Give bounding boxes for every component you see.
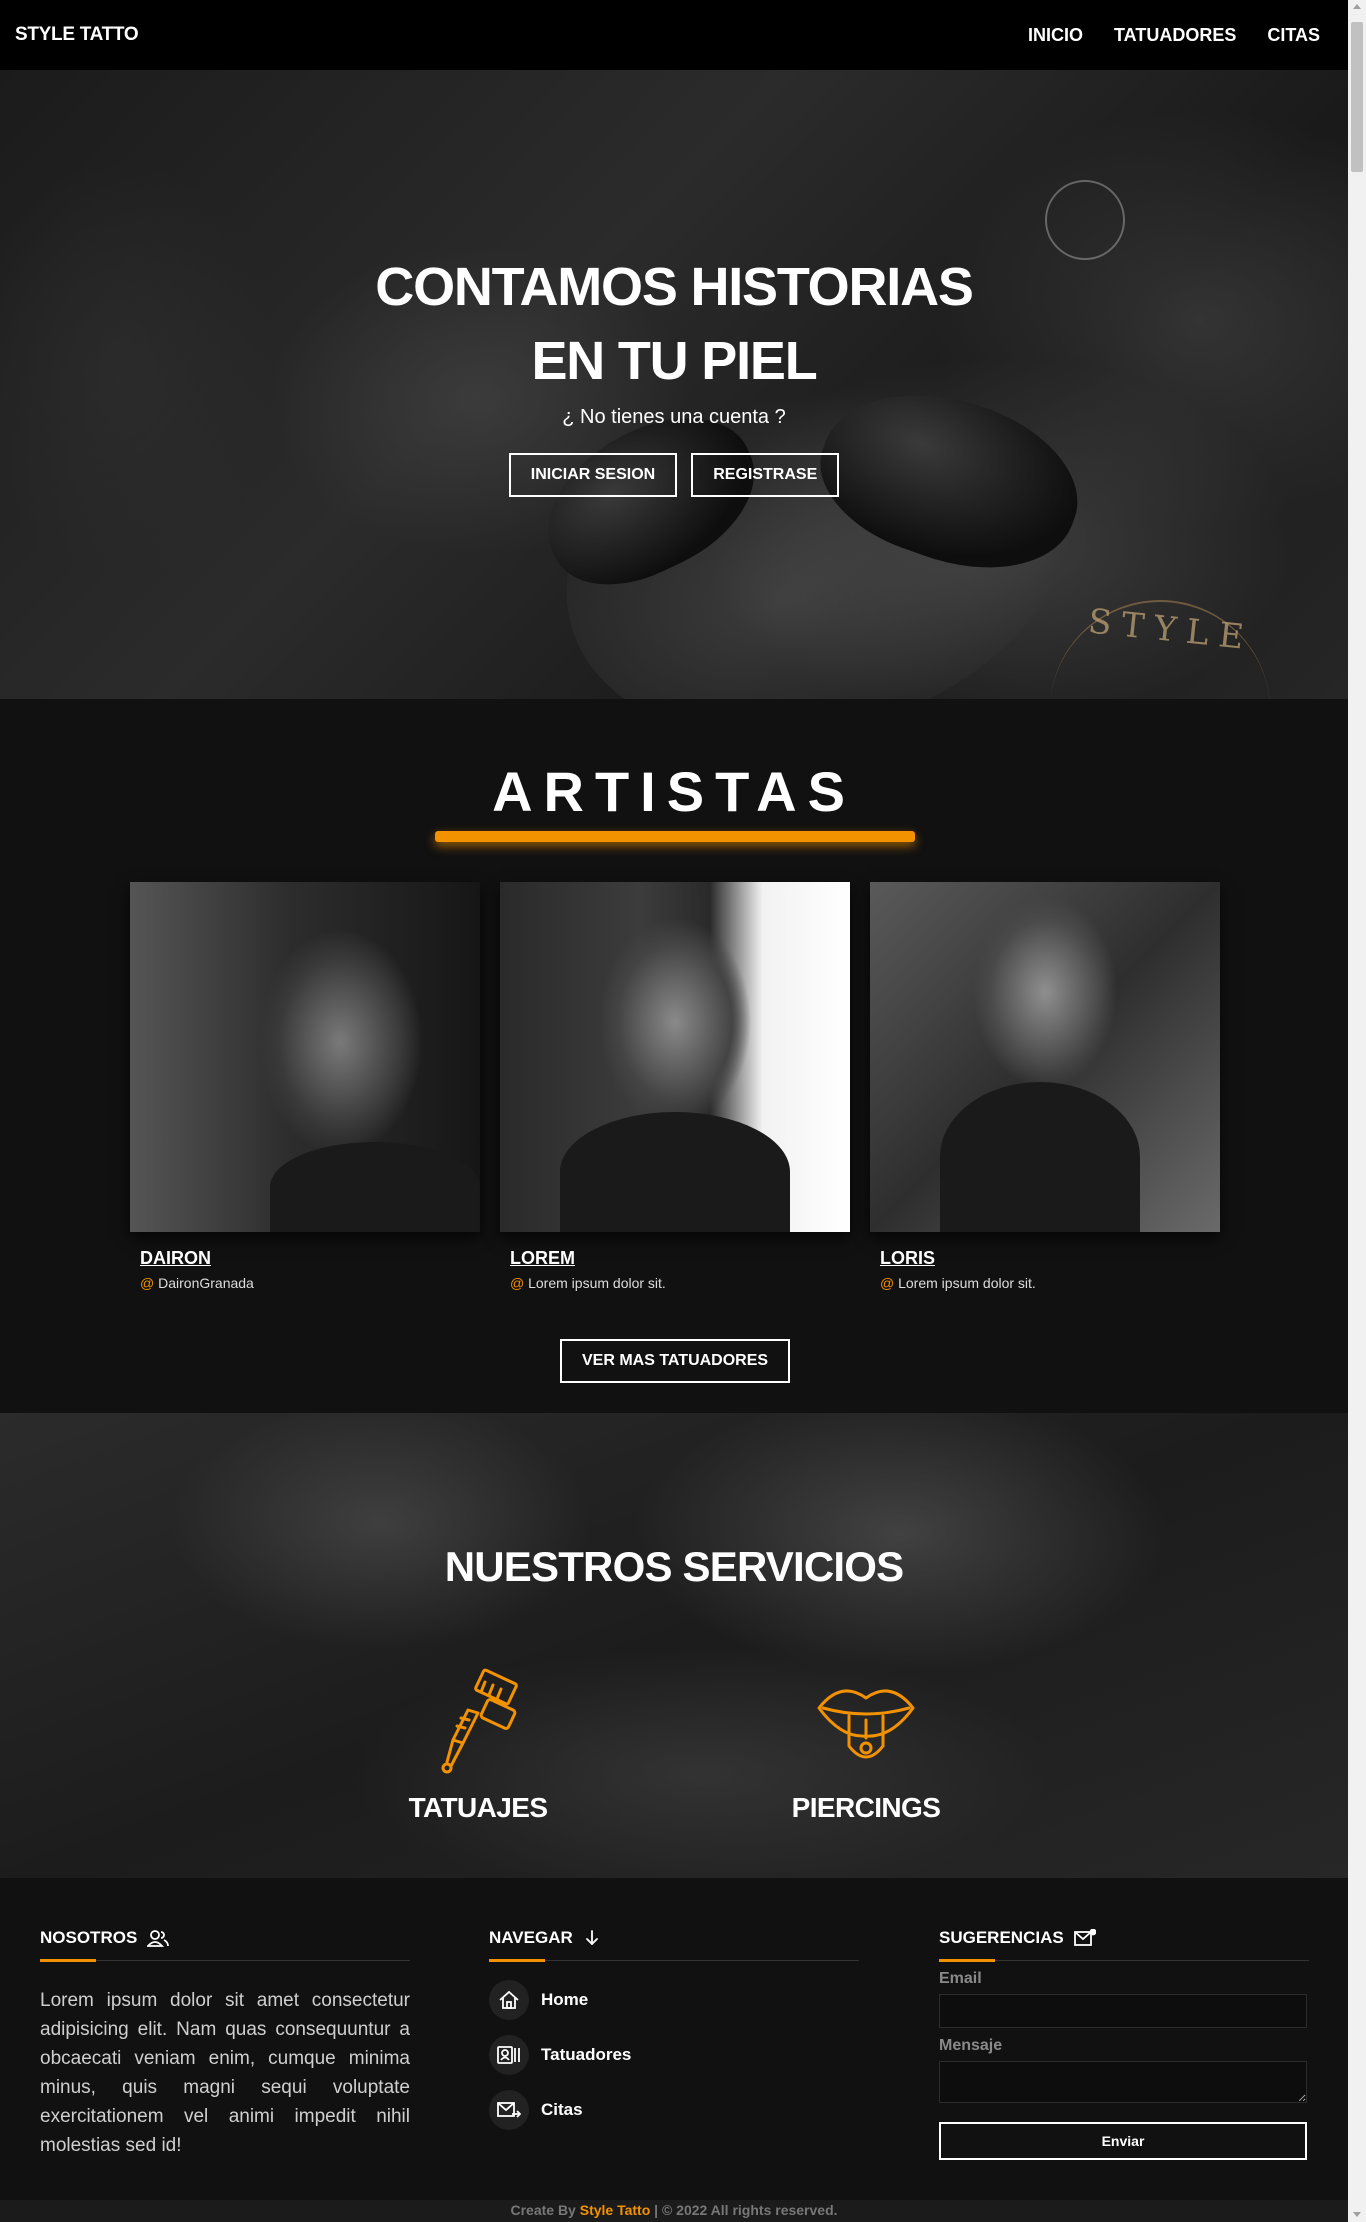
footer: NOSOTROS Lorem ipsum dolor sit amet cons… [0, 1878, 1348, 2200]
at-icon: @ [510, 1275, 525, 1291]
mail-send-icon [489, 2090, 529, 2130]
footer-nav-label: Home [541, 1990, 589, 2009]
artist-handle-text: DaironGranada [158, 1275, 254, 1291]
hero-title-line2: EN TU PIEL [531, 331, 817, 391]
artist-card[interactable]: DAIRON @ DaironGranada [130, 882, 480, 1291]
page-scrollbar[interactable] [1348, 0, 1366, 2222]
footer-suggestions-heading: SUGERENCIAS [939, 1928, 1309, 1948]
artists-title: ARTISTAS [492, 760, 856, 823]
at-icon: @ [140, 1275, 155, 1291]
artist-photo[interactable] [870, 882, 1220, 1232]
brand-logo[interactable]: STYLE TATTO [15, 24, 139, 46]
service-label: PIERCINGS [791, 1792, 941, 1823]
artist-name[interactable]: DAIRON [140, 1248, 211, 1269]
footer-divider-accent [40, 1959, 96, 1962]
scroll-up-icon[interactable] [1353, 4, 1361, 9]
footer-nav: NAVEGAR Home Tatuadores Citas [489, 1928, 859, 2130]
artist-card[interactable]: LORIS @ Lorem ipsum dolor sit. [870, 882, 1220, 1291]
nav-link-citas[interactable]: CITAS [1267, 25, 1320, 46]
nav-links: INICIO TATUADORES CITAS [1028, 25, 1320, 46]
artist-card[interactable]: LOREM @ Lorem ipsum dolor sit. [500, 882, 850, 1291]
footer-nav-tatuadores[interactable]: Tatuadores [489, 2035, 631, 2075]
footer-about: NOSOTROS Lorem ipsum dolor sit amet cons… [40, 1928, 410, 2156]
footer-nav-citas[interactable]: Citas [489, 2090, 583, 2130]
footer-about-text: Lorem ipsum dolor sit amet consectetur a… [40, 1990, 410, 2156]
footer-nav-label: Citas [541, 2100, 583, 2119]
artist-photo-detail [940, 1082, 1140, 1232]
scroll-down-icon[interactable] [1353, 2212, 1361, 2217]
services-section: NUESTROS SERVICIOS TATUAJES PIERCINGS [0, 1413, 1348, 1878]
artists-section: ARTISTAS DAIRON @ DaironGranada LOREM @ … [0, 699, 1348, 1413]
hero-content: CONTAMOS HISTORIAS EN TU PIEL ¿ No tiene… [0, 250, 1348, 497]
send-button[interactable]: Enviar [939, 2122, 1307, 2160]
footer-nav-home[interactable]: Home [489, 1980, 588, 2020]
nav-link-inicio[interactable]: INICIO [1028, 25, 1083, 46]
tattoo-machine-icon [441, 1668, 518, 1774]
service-piercing[interactable]: PIERCINGS [756, 1668, 976, 1824]
credits-prefix: Create By [510, 2202, 576, 2218]
footer-suggestions-title: SUGERENCIAS [939, 1928, 1064, 1947]
artist-name[interactable]: LOREM [510, 1248, 575, 1269]
footer-divider-accent [939, 1959, 995, 1962]
message-label: Mensaje [939, 2037, 1003, 2054]
hero-title: CONTAMOS HISTORIAS EN TU PIEL [0, 250, 1348, 398]
artist-photo-detail [270, 1142, 480, 1232]
footer-nav-heading: NAVEGAR [489, 1928, 859, 1948]
artist-handle: @ Lorem ipsum dolor sit. [880, 1275, 1220, 1291]
artists-title-underline [435, 831, 915, 842]
artist-photo-detail [560, 1112, 790, 1232]
register-button[interactable]: REGISTRASE [691, 453, 840, 497]
artist-photo[interactable] [130, 882, 480, 1232]
service-label: TATUAJES [408, 1792, 548, 1823]
credits-brand[interactable]: Style Tatto [580, 2202, 651, 2218]
message-textarea[interactable] [939, 2061, 1307, 2103]
users-icon [147, 1930, 170, 1947]
page: STYLE TATTO INICIO TATUADORES CITAS STYL… [0, 0, 1348, 2222]
footer-nav-title: NAVEGAR [489, 1928, 573, 1947]
mail-icon [1073, 1929, 1096, 1946]
at-icon: @ [880, 1275, 895, 1291]
artist-name[interactable]: LORIS [880, 1248, 935, 1269]
email-label: Email [939, 1970, 982, 1987]
contact-card-icon [489, 2035, 529, 2075]
login-button[interactable]: INICIAR SESION [508, 453, 678, 497]
tongue-piercing-icon [817, 1689, 915, 1759]
hero-section: STYLE CONTAMOS HISTORIAS EN TU PIEL ¿ No… [0, 70, 1348, 699]
artist-handle-text: Lorem ipsum dolor sit. [528, 1275, 666, 1291]
artist-handle: @ Lorem ipsum dolor sit. [510, 1275, 850, 1291]
hero-background-sketch [1045, 180, 1125, 260]
footer-about-heading: NOSOTROS [40, 1928, 410, 1948]
scrollbar-thumb[interactable] [1351, 22, 1363, 172]
service-tattoo[interactable]: TATUAJES [368, 1668, 588, 1824]
artist-handle: @ DaironGranada [140, 1275, 480, 1291]
email-input[interactable] [939, 1994, 1307, 2028]
artist-cards: DAIRON @ DaironGranada LOREM @ Lorem ips… [130, 882, 1220, 1291]
hero-subtitle: ¿ No tienes una cuenta ? [562, 406, 786, 428]
hero-title-line1: CONTAMOS HISTORIAS [375, 257, 974, 317]
artist-handle-text: Lorem ipsum dolor sit. [898, 1275, 1036, 1291]
navbar: STYLE TATTO INICIO TATUADORES CITAS [0, 0, 1348, 70]
footer-nav-label: Tatuadores [541, 2045, 632, 2064]
credits-suffix: | © 2022 All rights reserved. [654, 2202, 838, 2218]
footer-suggestions: SUGERENCIAS Email Mensaje Enviar [939, 1928, 1309, 2160]
services-title: NUESTROS SERVICIOS [444, 1543, 904, 1590]
footer-divider-accent [489, 1959, 545, 1962]
home-icon [489, 1980, 529, 2020]
footer-about-title: NOSOTROS [40, 1928, 138, 1947]
nav-link-tatuadores[interactable]: TATUADORES [1114, 25, 1236, 46]
hero-buttons: INICIAR SESION REGISTRASE [0, 453, 1348, 497]
more-artists-button[interactable]: VER MAS TATUADORES [560, 1339, 791, 1383]
credits-bar: Create By Style Tatto | © 2022 All right… [0, 2200, 1348, 2222]
arrow-down-icon [585, 1930, 598, 1946]
artist-photo[interactable] [500, 882, 850, 1232]
